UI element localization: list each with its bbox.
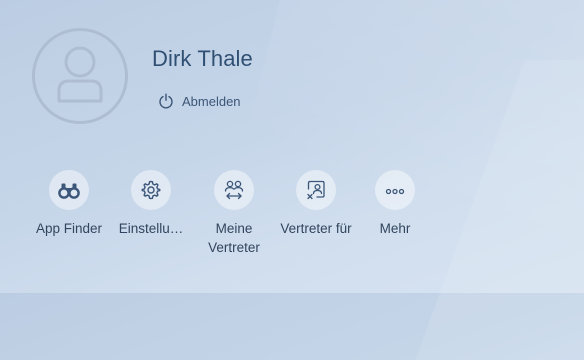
- gear-icon: [141, 180, 161, 200]
- binoculars-icon: [58, 183, 80, 199]
- my-substitutes-icon-circle: [214, 170, 254, 210]
- power-icon: [159, 93, 173, 109]
- more-icon: [385, 188, 405, 195]
- user-placeholder-icon: [57, 46, 103, 103]
- more-label: Mehr: [379, 221, 411, 236]
- avatar: [32, 28, 128, 124]
- app-finder-icon-circle: [49, 170, 89, 210]
- logout-button[interactable]: Abmelden: [158, 90, 241, 112]
- logout-label: Abmelden: [182, 93, 241, 109]
- more-button[interactable]: Mehr: [345, 170, 445, 238]
- more-icon-circle: [375, 170, 415, 210]
- substitute-for-icon: [307, 180, 325, 200]
- substitute-for-icon-circle: [296, 170, 336, 210]
- user-name: Dirk Thale: [152, 46, 253, 71]
- substitutes-icon: [224, 180, 244, 200]
- settings-icon-circle: [131, 170, 171, 210]
